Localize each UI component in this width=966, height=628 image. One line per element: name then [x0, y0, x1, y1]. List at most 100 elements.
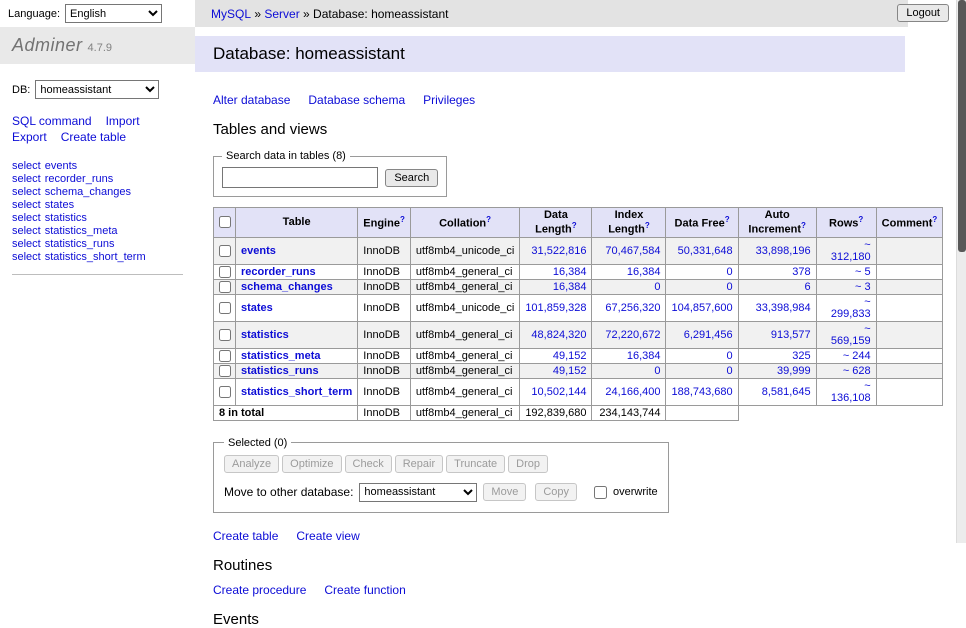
- table-name-link[interactable]: recorder_runs: [241, 266, 316, 278]
- select-link[interactable]: select: [12, 212, 41, 224]
- sidebar-table-link[interactable]: events: [45, 160, 77, 172]
- table-name-link[interactable]: states: [241, 302, 273, 314]
- create-function-link[interactable]: Create function: [324, 583, 405, 597]
- select-link[interactable]: select: [12, 225, 41, 237]
- data-free-cell: 188,743,680: [666, 378, 738, 405]
- row-checkbox[interactable]: [219, 245, 231, 257]
- sidebar-link-sql-command[interactable]: SQL command: [12, 114, 92, 128]
- data-length-cell: 49,152: [520, 363, 592, 378]
- row-checkbox[interactable]: [219, 386, 231, 398]
- scrollbar[interactable]: [956, 0, 966, 543]
- doc-link[interactable]: ?: [801, 221, 806, 230]
- rows-link[interactable]: ~ 569,159: [831, 323, 871, 347]
- engine-cell: InnoDB: [358, 264, 411, 279]
- select-link[interactable]: select: [12, 251, 41, 263]
- table-name-link[interactable]: statistics: [241, 329, 289, 341]
- doc-link[interactable]: ?: [645, 221, 650, 230]
- doc-link[interactable]: ?: [400, 215, 405, 224]
- database-schema-link[interactable]: Database schema: [308, 93, 405, 107]
- index-length-cell: 72,220,672: [592, 321, 666, 348]
- copy-button[interactable]: Copy: [535, 483, 577, 501]
- row-checkbox[interactable]: [219, 365, 231, 377]
- data-length-cell: 16,384: [520, 264, 592, 279]
- overwrite-label: overwrite: [613, 486, 658, 498]
- rows-link[interactable]: ~ 299,833: [831, 296, 871, 320]
- table-name-link[interactable]: statistics_runs: [241, 365, 319, 377]
- select-all-checkbox[interactable]: [219, 216, 231, 228]
- comment-cell: [876, 294, 943, 321]
- create-procedure-link[interactable]: Create procedure: [213, 583, 306, 597]
- breadcrumb-link[interactable]: MySQL: [211, 7, 251, 21]
- optimize-button[interactable]: Optimize: [282, 455, 341, 473]
- rows-link[interactable]: ~ 628: [843, 365, 871, 377]
- rows-link[interactable]: ~ 5: [855, 266, 871, 278]
- row-checkbox[interactable]: [219, 329, 231, 341]
- total-collation-cell: utf8mb4_general_ci: [410, 405, 519, 420]
- move-db-select[interactable]: homeassistant: [359, 483, 477, 502]
- drop-button[interactable]: Drop: [508, 455, 548, 473]
- create-table-link[interactable]: Create table: [213, 529, 278, 543]
- language-select[interactable]: English: [65, 4, 162, 23]
- analyze-button[interactable]: Analyze: [224, 455, 279, 473]
- sidebar-link-export[interactable]: Export: [12, 130, 47, 144]
- sidebar: Adminer4.7.9 DB: homeassistant SQL comma…: [0, 27, 195, 543]
- sidebar-table-link[interactable]: recorder_runs: [45, 173, 113, 185]
- sidebar-table-link[interactable]: schema_changes: [45, 186, 131, 198]
- auto-increment-cell: 6: [738, 279, 816, 294]
- sidebar-link-create-table[interactable]: Create table: [61, 130, 126, 144]
- select-link[interactable]: select: [12, 199, 41, 211]
- logout-button[interactable]: Logout: [897, 4, 949, 22]
- table-body: eventsInnoDButf8mb4_unicode_ci31,522,816…: [214, 237, 943, 420]
- sidebar-table-link[interactable]: statistics: [45, 212, 87, 224]
- table-name-link[interactable]: schema_changes: [241, 281, 333, 293]
- engine-cell: InnoDB: [358, 279, 411, 294]
- rows-link[interactable]: ~ 312,180: [831, 239, 871, 263]
- rows-link[interactable]: ~ 3: [855, 281, 871, 293]
- table-name-cell: statistics_short_term: [236, 378, 358, 405]
- rows-link[interactable]: ~ 244: [843, 350, 871, 362]
- repair-button[interactable]: Repair: [395, 455, 443, 473]
- sidebar-table-link[interactable]: statistics_short_term: [45, 251, 146, 263]
- privileges-link[interactable]: Privileges: [423, 93, 475, 107]
- total-data-length-cell: 192,839,680: [520, 405, 592, 420]
- select-link[interactable]: select: [12, 238, 41, 250]
- doc-link[interactable]: ?: [572, 221, 577, 230]
- sidebar-table-link[interactable]: statistics_runs: [45, 238, 115, 250]
- overwrite-checkbox[interactable]: [594, 486, 607, 499]
- checkbox-cell: [214, 237, 236, 264]
- table-name-link[interactable]: statistics_meta: [241, 350, 321, 362]
- doc-link[interactable]: ?: [725, 215, 730, 224]
- data-length-cell: 49,152: [520, 348, 592, 363]
- breadcrumb-link[interactable]: Server: [264, 7, 299, 21]
- doc-link[interactable]: ?: [486, 215, 491, 224]
- row-checkbox[interactable]: [219, 281, 231, 293]
- search-input[interactable]: [222, 167, 378, 188]
- truncate-button[interactable]: Truncate: [446, 455, 505, 473]
- doc-link[interactable]: ?: [858, 215, 863, 224]
- table-row: eventsInnoDButf8mb4_unicode_ci31,522,816…: [214, 237, 943, 264]
- data-free-cell: 0: [666, 279, 738, 294]
- db-select[interactable]: homeassistant: [35, 80, 159, 99]
- alter-database-link[interactable]: Alter database: [213, 93, 290, 107]
- check-button[interactable]: Check: [345, 455, 392, 473]
- table-name-link[interactable]: statistics_short_term: [241, 386, 352, 398]
- sidebar-table-link[interactable]: statistics_meta: [45, 225, 118, 237]
- sidebar-table-link[interactable]: states: [45, 199, 74, 211]
- select-link[interactable]: select: [12, 186, 41, 198]
- row-checkbox[interactable]: [219, 302, 231, 314]
- rows-link[interactable]: ~ 136,108: [831, 380, 871, 404]
- language-bar: Language: English: [0, 0, 211, 27]
- search-button[interactable]: Search: [385, 169, 438, 187]
- row-checkbox[interactable]: [219, 266, 231, 278]
- select-link[interactable]: select: [12, 160, 41, 172]
- row-checkbox[interactable]: [219, 350, 231, 362]
- scrollbar-thumb[interactable]: [958, 0, 966, 252]
- table-name-cell: states: [236, 294, 358, 321]
- table-name-link[interactable]: events: [241, 245, 276, 257]
- sidebar-link-import[interactable]: Import: [106, 114, 140, 128]
- collation-cell: utf8mb4_unicode_ci: [410, 294, 519, 321]
- select-link[interactable]: select: [12, 173, 41, 185]
- doc-link[interactable]: ?: [932, 215, 937, 224]
- move-button[interactable]: Move: [483, 483, 526, 501]
- create-view-link[interactable]: Create view: [296, 529, 359, 543]
